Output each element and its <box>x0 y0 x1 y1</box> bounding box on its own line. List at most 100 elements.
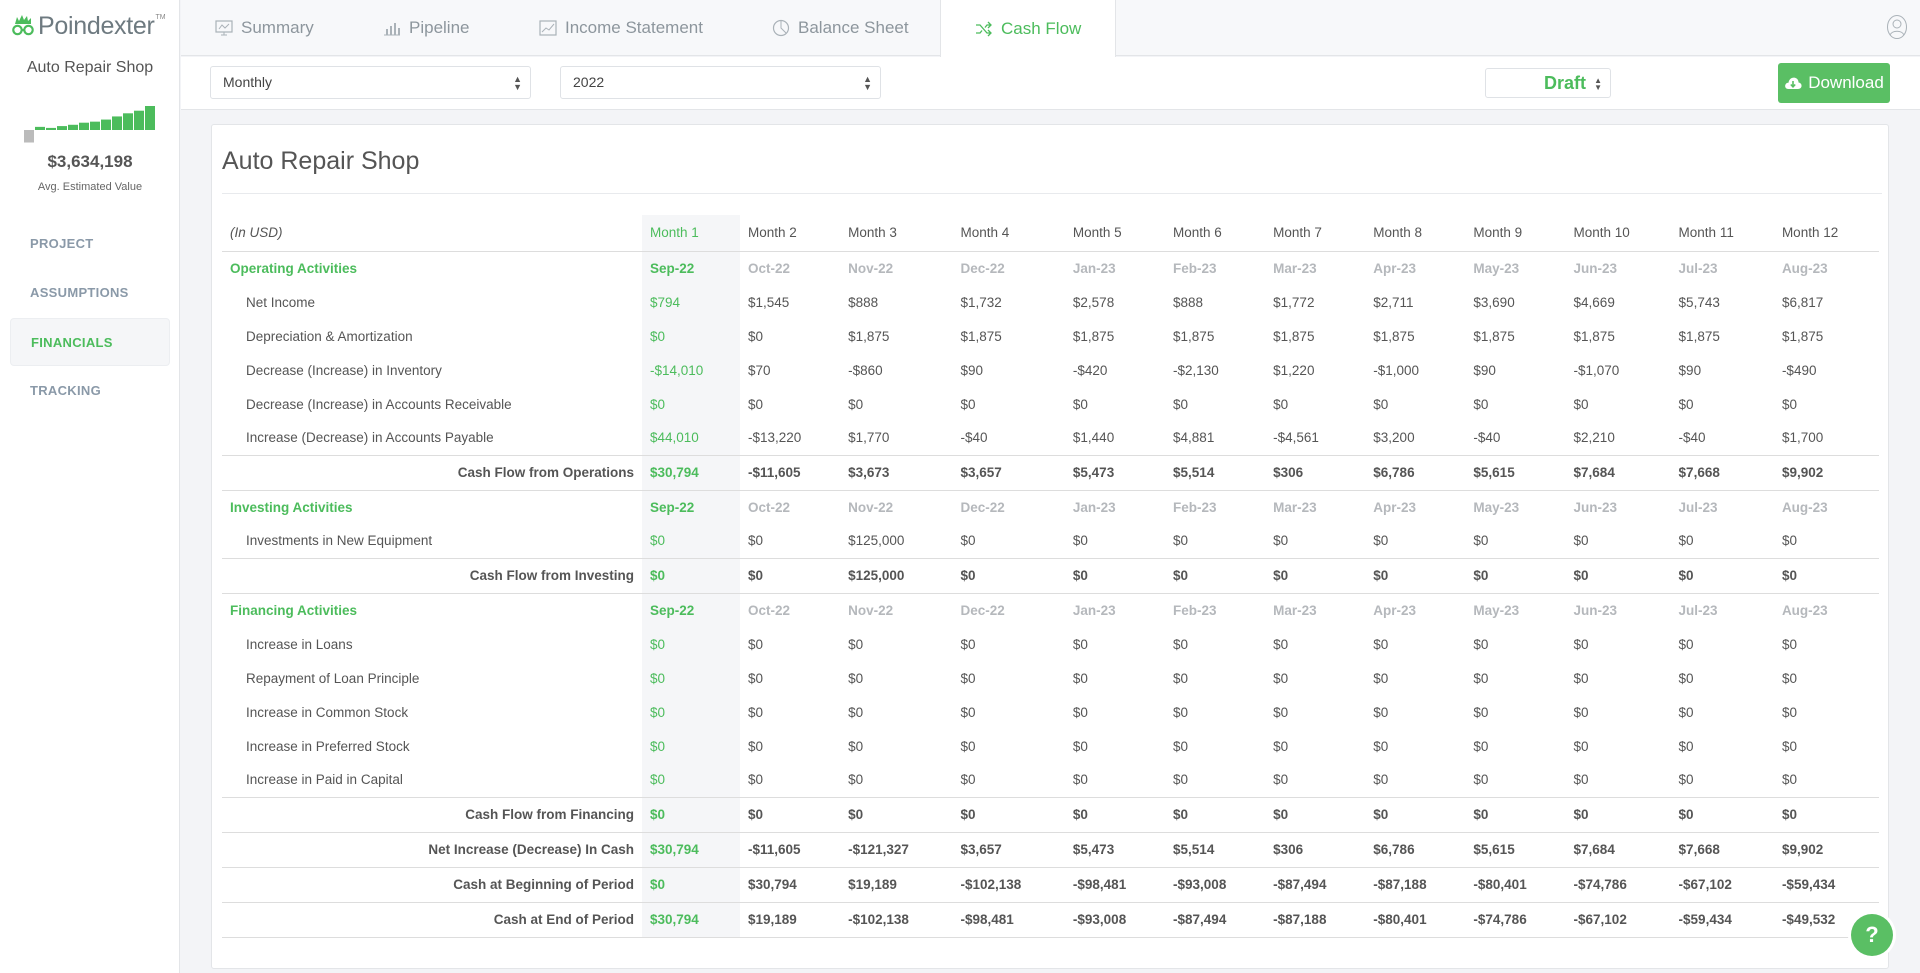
month-header: Month 12 <box>1773 215 1879 252</box>
total-value: $0 <box>1365 557 1466 594</box>
period-date: Jan-23 <box>1072 260 1116 276</box>
period-date: Apr-23 <box>1373 602 1417 618</box>
status-select[interactable]: Draft ▲ ▼ <box>1485 68 1611 98</box>
tab-summary[interactable]: Summary <box>215 0 314 56</box>
table-row: Decrease (Increase) in Accounts Receivab… <box>222 387 1879 421</box>
summary-value: $5,514 <box>1165 831 1266 868</box>
table-row: Increase (Decrease) in Accounts Payable $… <box>222 421 1879 455</box>
period-date: Jan-23 <box>1072 602 1116 618</box>
total-value: $9,902 <box>1773 454 1879 491</box>
summary-value: $306 <box>1265 831 1366 868</box>
total-value: $0 <box>740 557 841 594</box>
cell-value: $0 <box>960 636 976 652</box>
section-title: Investing Activities <box>230 499 353 515</box>
cell-value: $0 <box>848 396 864 412</box>
cell-value: $1,875 <box>1573 328 1615 344</box>
cell-value: $0 <box>1072 738 1088 754</box>
summary-value: $30,794 <box>642 831 740 868</box>
cell-value: $0 <box>1373 772 1389 788</box>
period-date: Mar-23 <box>1273 499 1317 515</box>
row-label: Increase in Common Stock <box>246 704 409 720</box>
cell-value: $0 <box>1781 704 1797 720</box>
summary-value: -$59,434 <box>1670 901 1774 938</box>
cell-value: $0 <box>1173 738 1189 754</box>
section-header-row: Operating Activities Sep-22 Oct-22 Nov-22 De… <box>222 251 1879 285</box>
cell-value: $1,875 <box>960 328 1002 344</box>
summary-label: Net Increase (Decrease) In Cash <box>222 831 642 868</box>
cell-value: $1,875 <box>1678 328 1720 344</box>
period-date: Apr-23 <box>1373 260 1417 276</box>
cell-value: $0 <box>1678 704 1694 720</box>
cell-value: $0 <box>1373 704 1389 720</box>
cell-value: $0 <box>1781 396 1797 412</box>
year-select[interactable]: 2022 ▲ ▼ <box>560 66 881 99</box>
cell-value: $0 <box>1573 533 1589 549</box>
select-arrows-icon: ▲ ▼ <box>1594 76 1602 92</box>
pie-chart-icon <box>772 19 790 37</box>
table-row: Increase in Common Stock $0 $0 $0 $0 $0 $0 $0 $0… <box>222 695 1879 729</box>
sidebar-item-assumptions[interactable]: ASSUMPTIONS <box>10 269 170 317</box>
month-header: Month 8 <box>1365 215 1466 252</box>
total-value: $30,794 <box>642 454 740 491</box>
total-value: $306 <box>1265 454 1366 491</box>
summary-label: Cash at Beginning of Period <box>222 866 642 903</box>
user-profile-icon[interactable] <box>1886 14 1908 40</box>
cell-value: $0 <box>1273 772 1289 788</box>
month-header: Month 10 <box>1565 215 1671 252</box>
period-date: Feb-23 <box>1173 602 1217 618</box>
cell-value: $0 <box>1072 636 1088 652</box>
cell-value: $0 <box>960 533 976 549</box>
sidebar-item-project[interactable]: PROJECT <box>10 220 170 268</box>
tab-pipeline[interactable]: Pipeline <box>383 0 470 56</box>
tab-cash-flow[interactable]: Cash Flow <box>940 0 1117 57</box>
cell-value: $5,743 <box>1678 294 1720 310</box>
cell-value: -$2,130 <box>1173 362 1219 378</box>
cell-value: $1,875 <box>1072 328 1115 344</box>
month-header-row: (In USD) Month 1 Month 2 Month 3 Month 4 Mon… <box>222 215 1879 252</box>
cell-value: $3,200 <box>1373 430 1415 446</box>
help-button[interactable]: ? <box>1851 914 1893 956</box>
cell-value: $0 <box>1173 772 1189 788</box>
cell-value: $0 <box>1173 704 1189 720</box>
cell-value: $0 <box>642 627 740 661</box>
cell-value: $0 <box>960 772 976 788</box>
cell-value: $0 <box>1072 670 1088 686</box>
cell-value: $1,220 <box>1273 362 1315 378</box>
tab-balance-sheet[interactable]: Balance Sheet <box>772 0 909 56</box>
total-value: $0 <box>1064 796 1166 833</box>
summary-value: -$59,434 <box>1773 866 1879 903</box>
row-label: Increase in Preferred Stock <box>246 738 410 754</box>
summary-value: -$74,786 <box>1565 866 1671 903</box>
summary-value: -$87,494 <box>1165 901 1266 938</box>
cell-value: $0 <box>1678 636 1694 652</box>
summary-label: Cash at End of Period <box>222 901 642 938</box>
download-button[interactable]: Download <box>1778 63 1890 103</box>
summary-value: $30,794 <box>740 866 841 903</box>
cell-value: $0 <box>1173 533 1189 549</box>
cell-value: $6,817 <box>1781 294 1824 310</box>
tab-income-statement[interactable]: Income Statement <box>539 0 703 56</box>
total-label: Cash Flow from Operations <box>222 454 642 491</box>
period-select[interactable]: Monthly ▲ ▼ <box>210 66 531 99</box>
total-row: Cash Flow from Operations $30,794 -$11,605… <box>222 454 1879 491</box>
period-date: Sep-22 <box>642 593 740 627</box>
summary-value: -$93,008 <box>1165 866 1266 903</box>
summary-row: Net Increase (Decrease) In Cash $30,794 -$… <box>222 831 1879 868</box>
brand-logo[interactable]: Poindexter TM <box>10 10 166 42</box>
total-value: $0 <box>1565 557 1671 594</box>
cell-value: $0 <box>642 661 740 695</box>
sparkline-bar <box>90 121 100 130</box>
sidebar-item-tracking[interactable]: TRACKING <box>10 367 170 415</box>
nerd-glasses-icon <box>12 15 34 36</box>
cell-value: $1,770 <box>848 430 890 446</box>
cell-value: $0 <box>642 387 740 421</box>
cell-value: $1,875 <box>1173 328 1215 344</box>
cell-value: -$13,220 <box>748 430 802 446</box>
total-value: $0 <box>1670 796 1774 833</box>
sparkline-bar <box>101 119 111 130</box>
cell-value: -$40 <box>960 430 988 446</box>
total-value: $5,473 <box>1064 454 1166 491</box>
total-value: $7,668 <box>1670 454 1774 491</box>
sidebar-item-financials[interactable]: FINANCIALS <box>10 318 170 366</box>
cell-value: $0 <box>960 704 976 720</box>
